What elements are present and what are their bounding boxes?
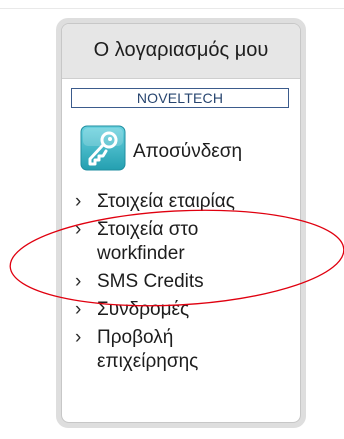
logout-link[interactable]: Αποσύνδεση [79, 124, 289, 174]
account-panel: Ο λογαριασμός μου NOVELTECH Αποσύνδεση ›… [56, 18, 306, 428]
menu-item-business-profile[interactable]: › Προβολή επιχείρησης [75, 326, 300, 374]
top-divider [0, 8, 344, 9]
chevron-right-icon: › [75, 271, 82, 292]
menu-item-label: Στοιχεία εταιρίας [97, 191, 235, 212]
menu-item-label-line2: επιχείρησης [97, 351, 199, 372]
menu-item-subscriptions[interactable]: › Συνδρομές [75, 298, 300, 322]
chevron-right-icon: › [75, 299, 82, 320]
company-name-box: NOVELTECH [71, 88, 289, 108]
chevron-right-icon: › [75, 219, 82, 240]
menu-item-sms-credits[interactable]: › SMS Credits [75, 270, 300, 294]
panel-title: Ο λογαριασμός μου [93, 39, 269, 61]
menu-item-workfinder-details[interactable]: › Στοιχεία στο workfinder [75, 218, 300, 266]
menu-item-label: Συνδρομές [97, 299, 190, 320]
menu-item-label-line2: workfinder [97, 243, 185, 264]
logout-label: Αποσύνδεση [133, 141, 243, 162]
menu-item-company-details[interactable]: › Στοιχεία εταιρίας [75, 190, 300, 214]
panel-header: Ο λογαριασμός μου [62, 24, 300, 79]
chevron-right-icon: › [75, 327, 82, 348]
menu-item-label: Προβολή [97, 327, 174, 348]
menu-item-label: Στοιχεία στο [97, 219, 199, 240]
key-icon[interactable] [79, 124, 127, 172]
menu-item-label: SMS Credits [97, 271, 204, 292]
account-menu: › Στοιχεία εταιρίας › Στοιχεία στο workf… [75, 190, 300, 378]
chevron-right-icon: › [75, 191, 82, 212]
